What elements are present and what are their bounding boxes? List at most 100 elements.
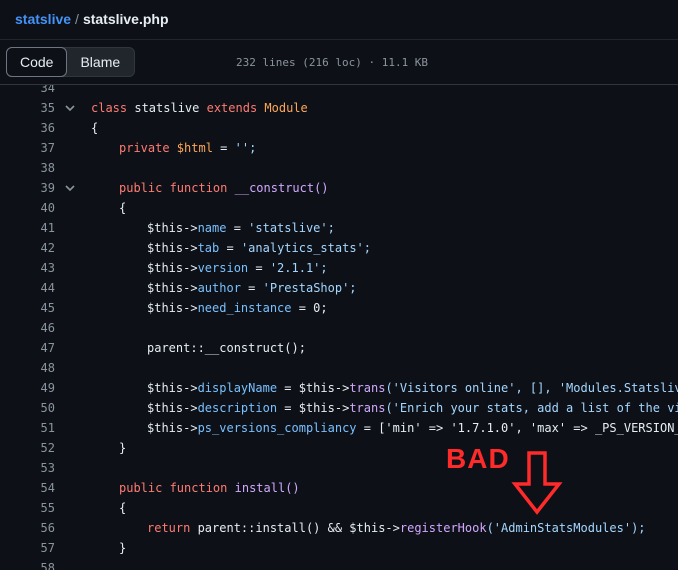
line-number[interactable]: 43 xyxy=(0,258,55,278)
line-number[interactable]: 34 xyxy=(0,85,55,98)
line-number[interactable]: 56 xyxy=(0,518,55,538)
line-number[interactable]: 42 xyxy=(0,238,55,258)
code-token: parent::install() && $this-> xyxy=(190,521,400,535)
line-number[interactable]: 50 xyxy=(0,398,55,418)
code-token: { xyxy=(119,201,127,215)
file-toolbar: Code Blame 232 lines (216 loc) · 11.1 KB xyxy=(0,40,678,85)
code-token: trans xyxy=(349,401,386,415)
code-token: $this-> xyxy=(147,381,198,395)
code-token: $this-> xyxy=(147,241,198,255)
fold-chevron-icon[interactable] xyxy=(63,178,77,198)
line-number[interactable]: 45 xyxy=(0,298,55,318)
code-line: 37 private $html = ''; xyxy=(0,138,678,158)
line-number[interactable]: 41 xyxy=(0,218,55,238)
line-number[interactable]: 52 xyxy=(0,438,55,458)
code-token: $this-> xyxy=(147,301,198,315)
code-token: trans xyxy=(349,381,386,395)
code-line: 39 public function __construct() xyxy=(0,178,678,198)
code-text: class statslive extends Module xyxy=(91,98,308,118)
code-text: $this->version = '2.1.1'; xyxy=(147,258,328,278)
code-token: } xyxy=(119,441,127,455)
line-number[interactable]: 54 xyxy=(0,478,55,498)
line-number[interactable]: 49 xyxy=(0,378,55,398)
code-token: = 0; xyxy=(291,301,328,315)
code-line: 53 xyxy=(0,458,678,478)
code-token: $this-> xyxy=(147,221,198,235)
code-token: ps_versions_compliancy xyxy=(197,421,357,435)
code-line: 41 $this->name = 'statslive'; xyxy=(0,218,678,238)
code-line: 42 $this->tab = 'analytics_stats'; xyxy=(0,238,678,258)
code-line: 36 { xyxy=(0,118,678,138)
code-line: 34 xyxy=(0,85,678,98)
code-token: = xyxy=(219,241,234,255)
line-number[interactable]: 57 xyxy=(0,538,55,558)
code-token: $this-> xyxy=(147,401,198,415)
line-number[interactable]: 48 xyxy=(0,358,55,378)
code-token: parent::__construct(); xyxy=(147,341,306,355)
line-number[interactable]: 35 xyxy=(0,98,55,118)
code-text: return parent::install() && $this->regis… xyxy=(147,518,646,538)
code-token: registerHook xyxy=(399,521,487,535)
code-text: $this->author = 'PrestaShop'; xyxy=(147,278,357,298)
code-line: 50 $this->description = $this->trans('Enr… xyxy=(0,398,678,418)
code-line: 49 $this->displayName = $this->trans('Vis… xyxy=(0,378,678,398)
code-text: private $html = ''; xyxy=(119,138,256,158)
code-token: return xyxy=(147,521,191,535)
code-token: = xyxy=(226,221,241,235)
code-line: 55 { xyxy=(0,498,678,518)
code-token: = xyxy=(240,281,256,295)
code-token: $this-> xyxy=(147,421,198,435)
code-token: 'statslive'; xyxy=(240,221,335,235)
code-line: 51 $this->ps_versions_compliancy = ['min'… xyxy=(0,418,678,438)
code-text: $this->displayName = $this->trans('Visit… xyxy=(147,378,678,398)
code-tab[interactable]: Code xyxy=(6,47,68,77)
code-token: public xyxy=(119,181,163,195)
code-token: function xyxy=(162,481,228,495)
line-number[interactable]: 40 xyxy=(0,198,55,218)
code-line: 58 xyxy=(0,558,678,570)
code-token: name xyxy=(197,221,227,235)
blame-tab[interactable]: Blame xyxy=(66,48,134,76)
code-token: ''; xyxy=(227,141,257,155)
line-number[interactable]: 53 xyxy=(0,458,55,478)
code-line: 47 parent::__construct(); xyxy=(0,338,678,358)
line-number[interactable]: 44 xyxy=(0,278,55,298)
code-line: 45 $this->need_instance = 0; xyxy=(0,298,678,318)
code-text: { xyxy=(119,498,126,518)
code-token: = $this-> xyxy=(277,401,350,415)
breadcrumb-file-name: statslive.php xyxy=(82,11,169,27)
code-text: $this->need_instance = 0; xyxy=(147,298,328,318)
code-token: = xyxy=(212,141,228,155)
line-number[interactable]: 37 xyxy=(0,138,55,158)
code-token: private xyxy=(119,141,170,155)
code-text: } xyxy=(119,438,126,458)
code-text: $this->tab = 'analytics_stats'; xyxy=(147,238,371,258)
code-token: ('Enrich your stats, add a list of the v… xyxy=(385,401,678,415)
breadcrumb-repo-link[interactable]: statslive xyxy=(15,11,71,27)
code-line: 54 public function install() xyxy=(0,478,678,498)
code-line: 52} xyxy=(0,438,678,458)
line-number[interactable]: 36 xyxy=(0,118,55,138)
code-token: Module xyxy=(257,101,308,115)
line-number[interactable]: 46 xyxy=(0,318,55,338)
code-view[interactable]: 34 35 class statslive extends Module 36 {37 p… xyxy=(0,85,678,570)
line-number[interactable]: 38 xyxy=(0,158,55,178)
code-token: } xyxy=(119,541,127,555)
code-token: displayName xyxy=(197,381,278,395)
code-token: 'analytics_stats'; xyxy=(233,241,371,255)
code-line: 57} xyxy=(0,538,678,558)
line-number[interactable]: 39 xyxy=(0,178,55,198)
code-token: ('Visitors online', [], 'Modules.Statsli… xyxy=(385,381,678,395)
line-number[interactable]: 55 xyxy=(0,498,55,518)
fold-chevron-icon[interactable] xyxy=(63,98,77,118)
line-number[interactable]: 47 xyxy=(0,338,55,358)
code-token: function xyxy=(162,181,228,195)
code-line: 43 $this->version = '2.1.1'; xyxy=(0,258,678,278)
code-text: public function install() xyxy=(119,478,300,498)
code-text: { xyxy=(91,118,98,138)
code-token: $html xyxy=(169,141,213,155)
code-token: statslive xyxy=(127,101,200,115)
line-number[interactable]: 51 xyxy=(0,418,55,438)
code-token: { xyxy=(91,121,99,135)
line-number[interactable]: 58 xyxy=(0,558,55,570)
